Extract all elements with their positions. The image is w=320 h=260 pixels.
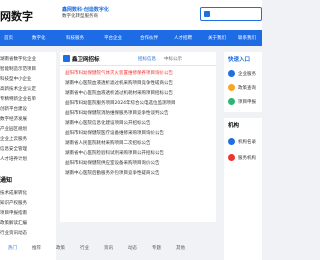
nav-item-recruit[interactable]: 人才招聘 (174, 35, 192, 41)
tab-bidding-info[interactable]: 招标信息 (138, 56, 156, 62)
header: 网数字 鑫网数科·创造数字化 数字化转型服务商 (0, 0, 262, 30)
institution-link-directory[interactable]: 机构名录 (224, 136, 262, 148)
main-nav: 首页 数字化 科技服务 平台企业 合作伙伴 人才招聘 关于我们 联系我们 (0, 30, 262, 46)
left-list-item[interactable]: 专精特新企业名单 (0, 96, 56, 102)
notice-title: 鑫卫网招标 (72, 57, 100, 63)
notice-row[interactable]: 湖南省中心医院血液透析滤过机耗材采购项目招标公告 (65, 90, 215, 96)
left-list-item[interactable]: 人才培养计划 (0, 156, 56, 162)
left-list-item[interactable]: 项目申报指南 (0, 210, 56, 216)
left-column: 湖南省数字化企业 智能制造示范项目 科技型中小企业 高新技术企业认定 专精特新企… (0, 52, 56, 260)
quick-link-enterprise[interactable]: 企业服务 (224, 68, 262, 80)
nav-item-home[interactable]: 首页 (4, 35, 13, 41)
bidding-notice-card: 鑫卫网招标 招标信息 中标公示 益阳市妇幼保健院气体灭火装置维修保养项目询价公告… (60, 52, 216, 222)
notice-row[interactable]: 湖南中心医院信息化建设项目公开招标公告 (65, 120, 215, 126)
left-list-item[interactable]: 科技型中小企业 (0, 76, 56, 82)
notice-row[interactable]: 益阳市妇幼保健院供应室设备采购项目询价公告 (65, 160, 215, 166)
notice-row[interactable]: 益阳市妇幼保健院气体灭火装置维修保养项目询价公告 (65, 70, 215, 76)
institution-card: 机构 机构名录 服务机构 (224, 118, 262, 260)
notice-row[interactable]: 益阳市妇幼保健院医疗设备维修采购项目询价公告 (65, 130, 215, 136)
left-list-item[interactable]: 湖南省数字化企业 (0, 56, 56, 62)
phone-icon (204, 11, 210, 17)
left-list-item[interactable]: 信息安全管理 (0, 146, 56, 152)
left-list-item[interactable]: 产业园区规划 (0, 126, 56, 132)
left-list-item[interactable]: 知识产权服务 (0, 200, 56, 206)
notice-row[interactable]: 湖南中心医院后勤服务外包项目竞争性磋商公告 (65, 170, 215, 176)
quick-link-policy[interactable]: 政策查询 (224, 82, 262, 94)
directory-icon (228, 138, 235, 145)
institution-link-label: 服务机构 (238, 156, 256, 161)
slogan-sub: 数字化转型服务商 (62, 14, 98, 19)
slogan-main: 鑫网数科·创造数字化 (62, 7, 109, 13)
page: 网数字 鑫网数科·创造数字化 数字化转型服务商 首页 数字化 科技服务 平台企业… (0, 0, 262, 260)
left-list-item[interactable]: 企业上云服务 (0, 136, 56, 142)
tab-award-notice[interactable]: 中标公示 (164, 56, 182, 62)
left-heading: 通知 (0, 177, 13, 184)
service-icon (228, 154, 235, 161)
enterprise-icon (228, 70, 235, 77)
category-tab[interactable]: 推荐 (32, 245, 41, 251)
institution-link-label: 机构名录 (238, 140, 256, 145)
contact-box[interactable] (200, 7, 262, 21)
category-tab[interactable]: 行业 (80, 245, 89, 251)
quick-entry-card: 快速入口 企业服务 政策查询 项目申报 (224, 52, 262, 112)
category-tab[interactable]: 其他 (176, 245, 185, 251)
quick-entry-title: 快速入口 (228, 57, 251, 63)
quick-link-label: 项目申报 (238, 100, 256, 105)
notice-row[interactable]: 湖南省中心医院检验科试剂采购项目公开招标公告 (65, 150, 215, 156)
left-list-item[interactable]: 政策解读汇编 (0, 220, 56, 226)
category-tab[interactable]: 动态 (128, 245, 137, 251)
category-tab[interactable]: 专题 (152, 245, 161, 251)
nav-item-digital[interactable]: 数字化 (32, 35, 46, 41)
category-tab[interactable]: 政策 (56, 245, 65, 251)
left-list-item[interactable]: 高新技术企业认定 (0, 86, 56, 92)
institution-link-service[interactable]: 服务机构 (224, 152, 262, 164)
policy-icon (228, 84, 235, 91)
left-list-item[interactable]: 数字经济发展 (0, 116, 56, 122)
nav-item-contact[interactable]: 联系我们 (238, 35, 256, 41)
notice-row[interactable]: 益阳市妇幼医院服务项目2024年综合公电选位监测项目 (65, 100, 215, 106)
project-icon (228, 98, 235, 105)
site-logo[interactable]: 网数字 (0, 8, 33, 24)
left-list-item[interactable]: 行业资讯动态 (0, 230, 56, 236)
category-tab[interactable]: 资讯 (104, 245, 113, 251)
quick-link-label: 企业服务 (238, 72, 256, 77)
notice-header: 鑫卫网招标 招标信息 中标公示 (60, 52, 216, 66)
left-list-item[interactable]: 创新平台建设 (0, 106, 56, 112)
category-tab[interactable]: 热门 (8, 245, 17, 251)
category-tabs: 热门 推荐 政策 行业 资讯 动态 专题 其他 (0, 240, 216, 260)
left-list-item[interactable]: 智能制造示范项目 (0, 66, 56, 72)
quick-link-label: 政策查询 (238, 86, 256, 91)
institution-title: 机构 (228, 123, 240, 129)
nav-item-platform[interactable]: 平台企业 (104, 35, 122, 41)
quick-link-project[interactable]: 项目申报 (224, 96, 262, 108)
nav-item-tech-service[interactable]: 科技服务 (66, 35, 84, 41)
nav-item-partners[interactable]: 合作伙伴 (140, 35, 158, 41)
notice-row[interactable]: 湖南省人民医院耗材采购项目二次招标公告 (65, 140, 215, 146)
nav-item-about[interactable]: 关于我们 (208, 35, 226, 41)
left-list-item[interactable]: 技术成果转化 (0, 190, 56, 196)
notice-icon (63, 55, 70, 62)
notice-row[interactable]: 益阳市妇幼保健院消防维保服务项目竞争性谈判公告 (65, 110, 215, 116)
notice-row[interactable]: 湖南中心医院血液透析滤过机采购项目竞争性磋商公告 (65, 80, 215, 86)
